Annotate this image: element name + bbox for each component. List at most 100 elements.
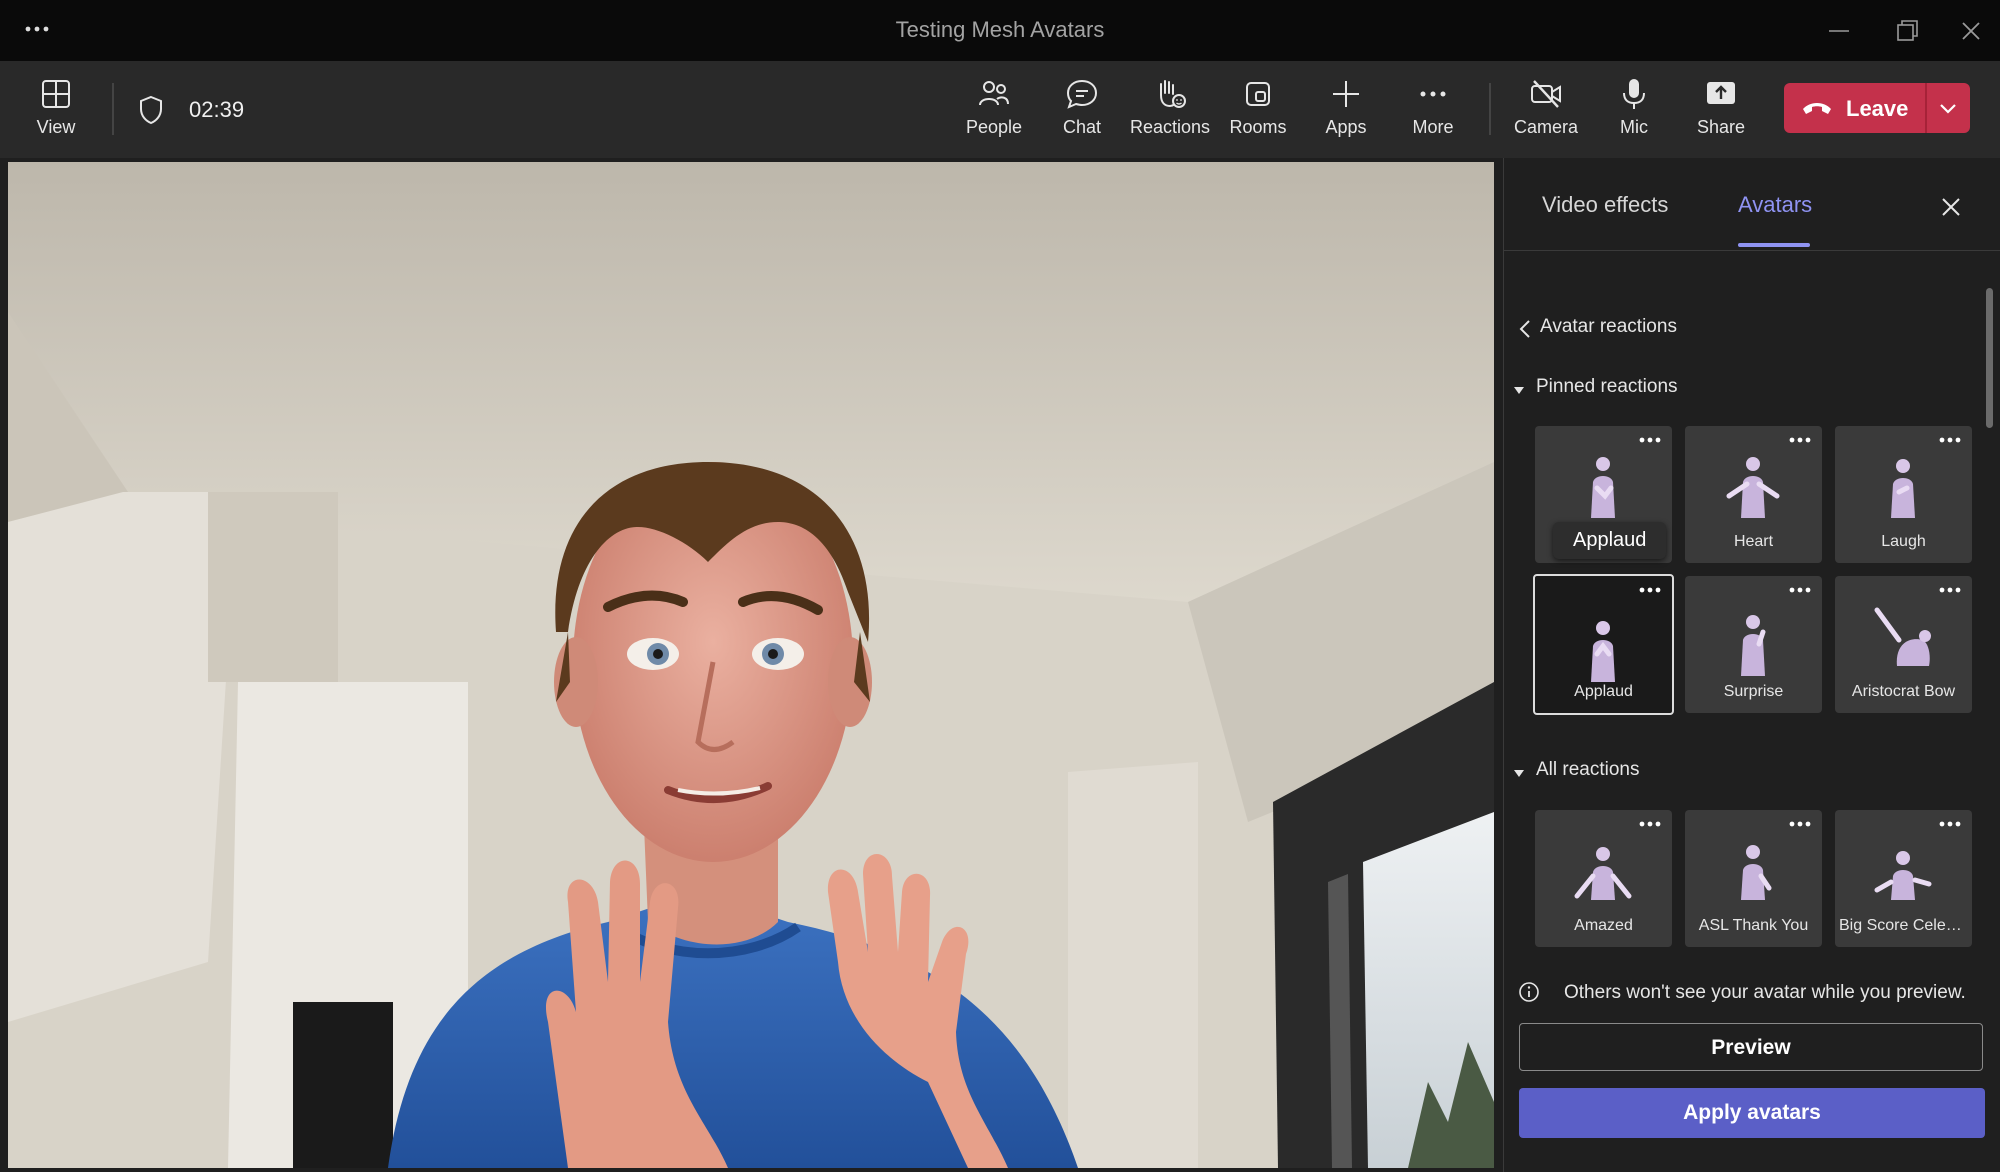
reaction-card-heart[interactable]: Heart bbox=[1685, 426, 1822, 563]
meeting-timer: 02:39 bbox=[189, 97, 245, 122]
more-options-icon bbox=[1939, 437, 1961, 443]
chevron-down-icon bbox=[1940, 104, 1956, 114]
applaud-tooltip: Applaud bbox=[1553, 522, 1667, 559]
raise-hand-icon bbox=[1153, 77, 1187, 111]
reaction-label: Applaud bbox=[1574, 683, 1633, 700]
avatar-video-feed bbox=[8, 162, 1494, 1168]
toolbar-divider bbox=[1489, 83, 1491, 135]
leave-options-button[interactable] bbox=[1927, 83, 1970, 133]
more-button[interactable]: More bbox=[1387, 77, 1479, 157]
apps-label: Apps bbox=[1325, 117, 1367, 137]
chat-label: Chat bbox=[1062, 117, 1102, 137]
view-label: View bbox=[36, 117, 76, 137]
leave-control: Leave bbox=[1784, 83, 1970, 133]
rooms-label: Rooms bbox=[1229, 117, 1287, 137]
big-score-celebration-avatar-icon bbox=[1874, 851, 1932, 900]
reaction-card-amazed[interactable]: Amazed bbox=[1535, 810, 1672, 947]
people-icon bbox=[977, 77, 1011, 111]
more-options-icon bbox=[1639, 587, 1661, 593]
reaction-card-applaud-selected[interactable]: Applaud bbox=[1533, 574, 1674, 715]
people-label: People bbox=[965, 117, 1023, 137]
leave-button[interactable]: Leave bbox=[1784, 83, 1925, 133]
apps-button[interactable]: Apps bbox=[1300, 77, 1392, 157]
aristocrat-bow-avatar-icon bbox=[1874, 607, 1931, 666]
preview-button[interactable]: Preview bbox=[1519, 1023, 1983, 1071]
laugh-avatar-icon bbox=[1891, 459, 1915, 518]
shield-icon[interactable] bbox=[138, 95, 164, 125]
camera-label: Camera bbox=[1513, 117, 1579, 137]
reaction-label: Amazed bbox=[1574, 917, 1633, 934]
share-screen-icon bbox=[1704, 77, 1738, 111]
more-options-icon bbox=[1789, 587, 1811, 593]
tab-video-effects[interactable]: Video effects bbox=[1542, 192, 1668, 218]
microphone-icon bbox=[1617, 77, 1651, 111]
more-options-icon bbox=[1789, 821, 1811, 827]
camera-button[interactable]: Camera bbox=[1500, 77, 1592, 157]
tab-avatars[interactable]: Avatars bbox=[1738, 192, 1812, 218]
leave-label: Leave bbox=[1846, 96, 1909, 121]
applaud-avatar-icon bbox=[1591, 621, 1615, 682]
people-button[interactable]: People bbox=[948, 77, 1040, 157]
toolbar-divider bbox=[112, 83, 114, 135]
chevron-left-icon bbox=[1519, 320, 1530, 338]
more-options-icon bbox=[1939, 587, 1961, 593]
chat-icon bbox=[1065, 77, 1099, 111]
minimize-icon[interactable] bbox=[1822, 14, 1856, 48]
asl-thank-you-avatar-icon bbox=[1741, 845, 1772, 900]
reaction-label: Laugh bbox=[1881, 533, 1926, 550]
chat-button[interactable]: Chat bbox=[1036, 77, 1128, 157]
reactions-label: Reactions bbox=[1129, 117, 1211, 137]
reaction-card-aristocrat-bow[interactable]: Aristocrat Bow bbox=[1835, 576, 1972, 713]
apply-avatars-button[interactable]: Apply avatars bbox=[1519, 1088, 1985, 1138]
heart-avatar-icon bbox=[1726, 457, 1780, 518]
pinned-reactions-heading: Pinned reactions bbox=[1536, 376, 1678, 397]
reaction-label: Heart bbox=[1733, 533, 1774, 550]
share-button[interactable]: Share bbox=[1675, 77, 1767, 157]
avatars-panel: Video effects Avatars Avatar reactions P… bbox=[1503, 158, 2000, 1172]
more-label: More bbox=[1412, 117, 1454, 137]
active-tab-indicator bbox=[1738, 243, 1810, 247]
restore-icon[interactable] bbox=[1890, 14, 1924, 48]
reaction-card-big-score-celebration[interactable]: Big Score Celebr... bbox=[1835, 810, 1972, 947]
plus-icon bbox=[1329, 77, 1363, 111]
reaction-label: Surprise bbox=[1723, 683, 1784, 700]
info-icon bbox=[1519, 982, 1539, 1002]
close-icon[interactable] bbox=[1954, 14, 1988, 48]
more-options-icon bbox=[1939, 821, 1961, 827]
panel-divider bbox=[1504, 250, 2000, 251]
video-stage bbox=[8, 162, 1494, 1168]
hang-up-icon bbox=[1800, 95, 1834, 121]
view-button[interactable]: View bbox=[10, 77, 102, 157]
all-reactions-heading: All reactions bbox=[1536, 759, 1640, 780]
close-panel-icon[interactable] bbox=[1936, 192, 1966, 222]
surprise-avatar-icon bbox=[1741, 615, 1766, 676]
preview-info-text: Others won't see your avatar while you p… bbox=[1564, 982, 1966, 1003]
back-label: Avatar reactions bbox=[1540, 316, 1677, 337]
rooms-button[interactable]: Rooms bbox=[1212, 77, 1304, 157]
reaction-label: Big Score Celebr... bbox=[1839, 917, 1972, 934]
grid-view-icon bbox=[39, 77, 73, 111]
more-horizontal-icon bbox=[1416, 77, 1450, 111]
camera-off-icon bbox=[1529, 77, 1563, 111]
share-label: Share bbox=[1696, 117, 1746, 137]
reaction-card-surprise[interactable]: Surprise bbox=[1685, 576, 1822, 713]
more-options-icon bbox=[1789, 437, 1811, 443]
reaction-card-asl-thank-you[interactable]: ASL Thank You bbox=[1685, 810, 1822, 947]
amazed-avatar-icon bbox=[1574, 847, 1632, 900]
applaud-avatar-icon bbox=[1591, 457, 1615, 518]
reactions-button[interactable]: Reactions bbox=[1124, 77, 1216, 157]
panel-scrollbar[interactable] bbox=[1986, 288, 1993, 428]
mic-button[interactable]: Mic bbox=[1588, 77, 1680, 157]
more-options-icon bbox=[1639, 437, 1661, 443]
window-title: Testing Mesh Avatars bbox=[895, 17, 1105, 42]
meeting-toolbar: View 02:39 People Chat Reactions Rooms A… bbox=[0, 61, 2000, 158]
reaction-label: Aristocrat Bow bbox=[1851, 683, 1956, 700]
rooms-icon bbox=[1241, 77, 1275, 111]
title-bar: Testing Mesh Avatars bbox=[0, 0, 2000, 61]
reaction-label: ASL Thank You bbox=[1698, 917, 1809, 934]
more-options-icon bbox=[1639, 821, 1661, 827]
reaction-card-laugh[interactable]: Laugh bbox=[1835, 426, 1972, 563]
mic-label: Mic bbox=[1620, 117, 1648, 137]
caret-down-icon bbox=[1514, 387, 1524, 394]
caret-down-icon bbox=[1514, 770, 1524, 777]
